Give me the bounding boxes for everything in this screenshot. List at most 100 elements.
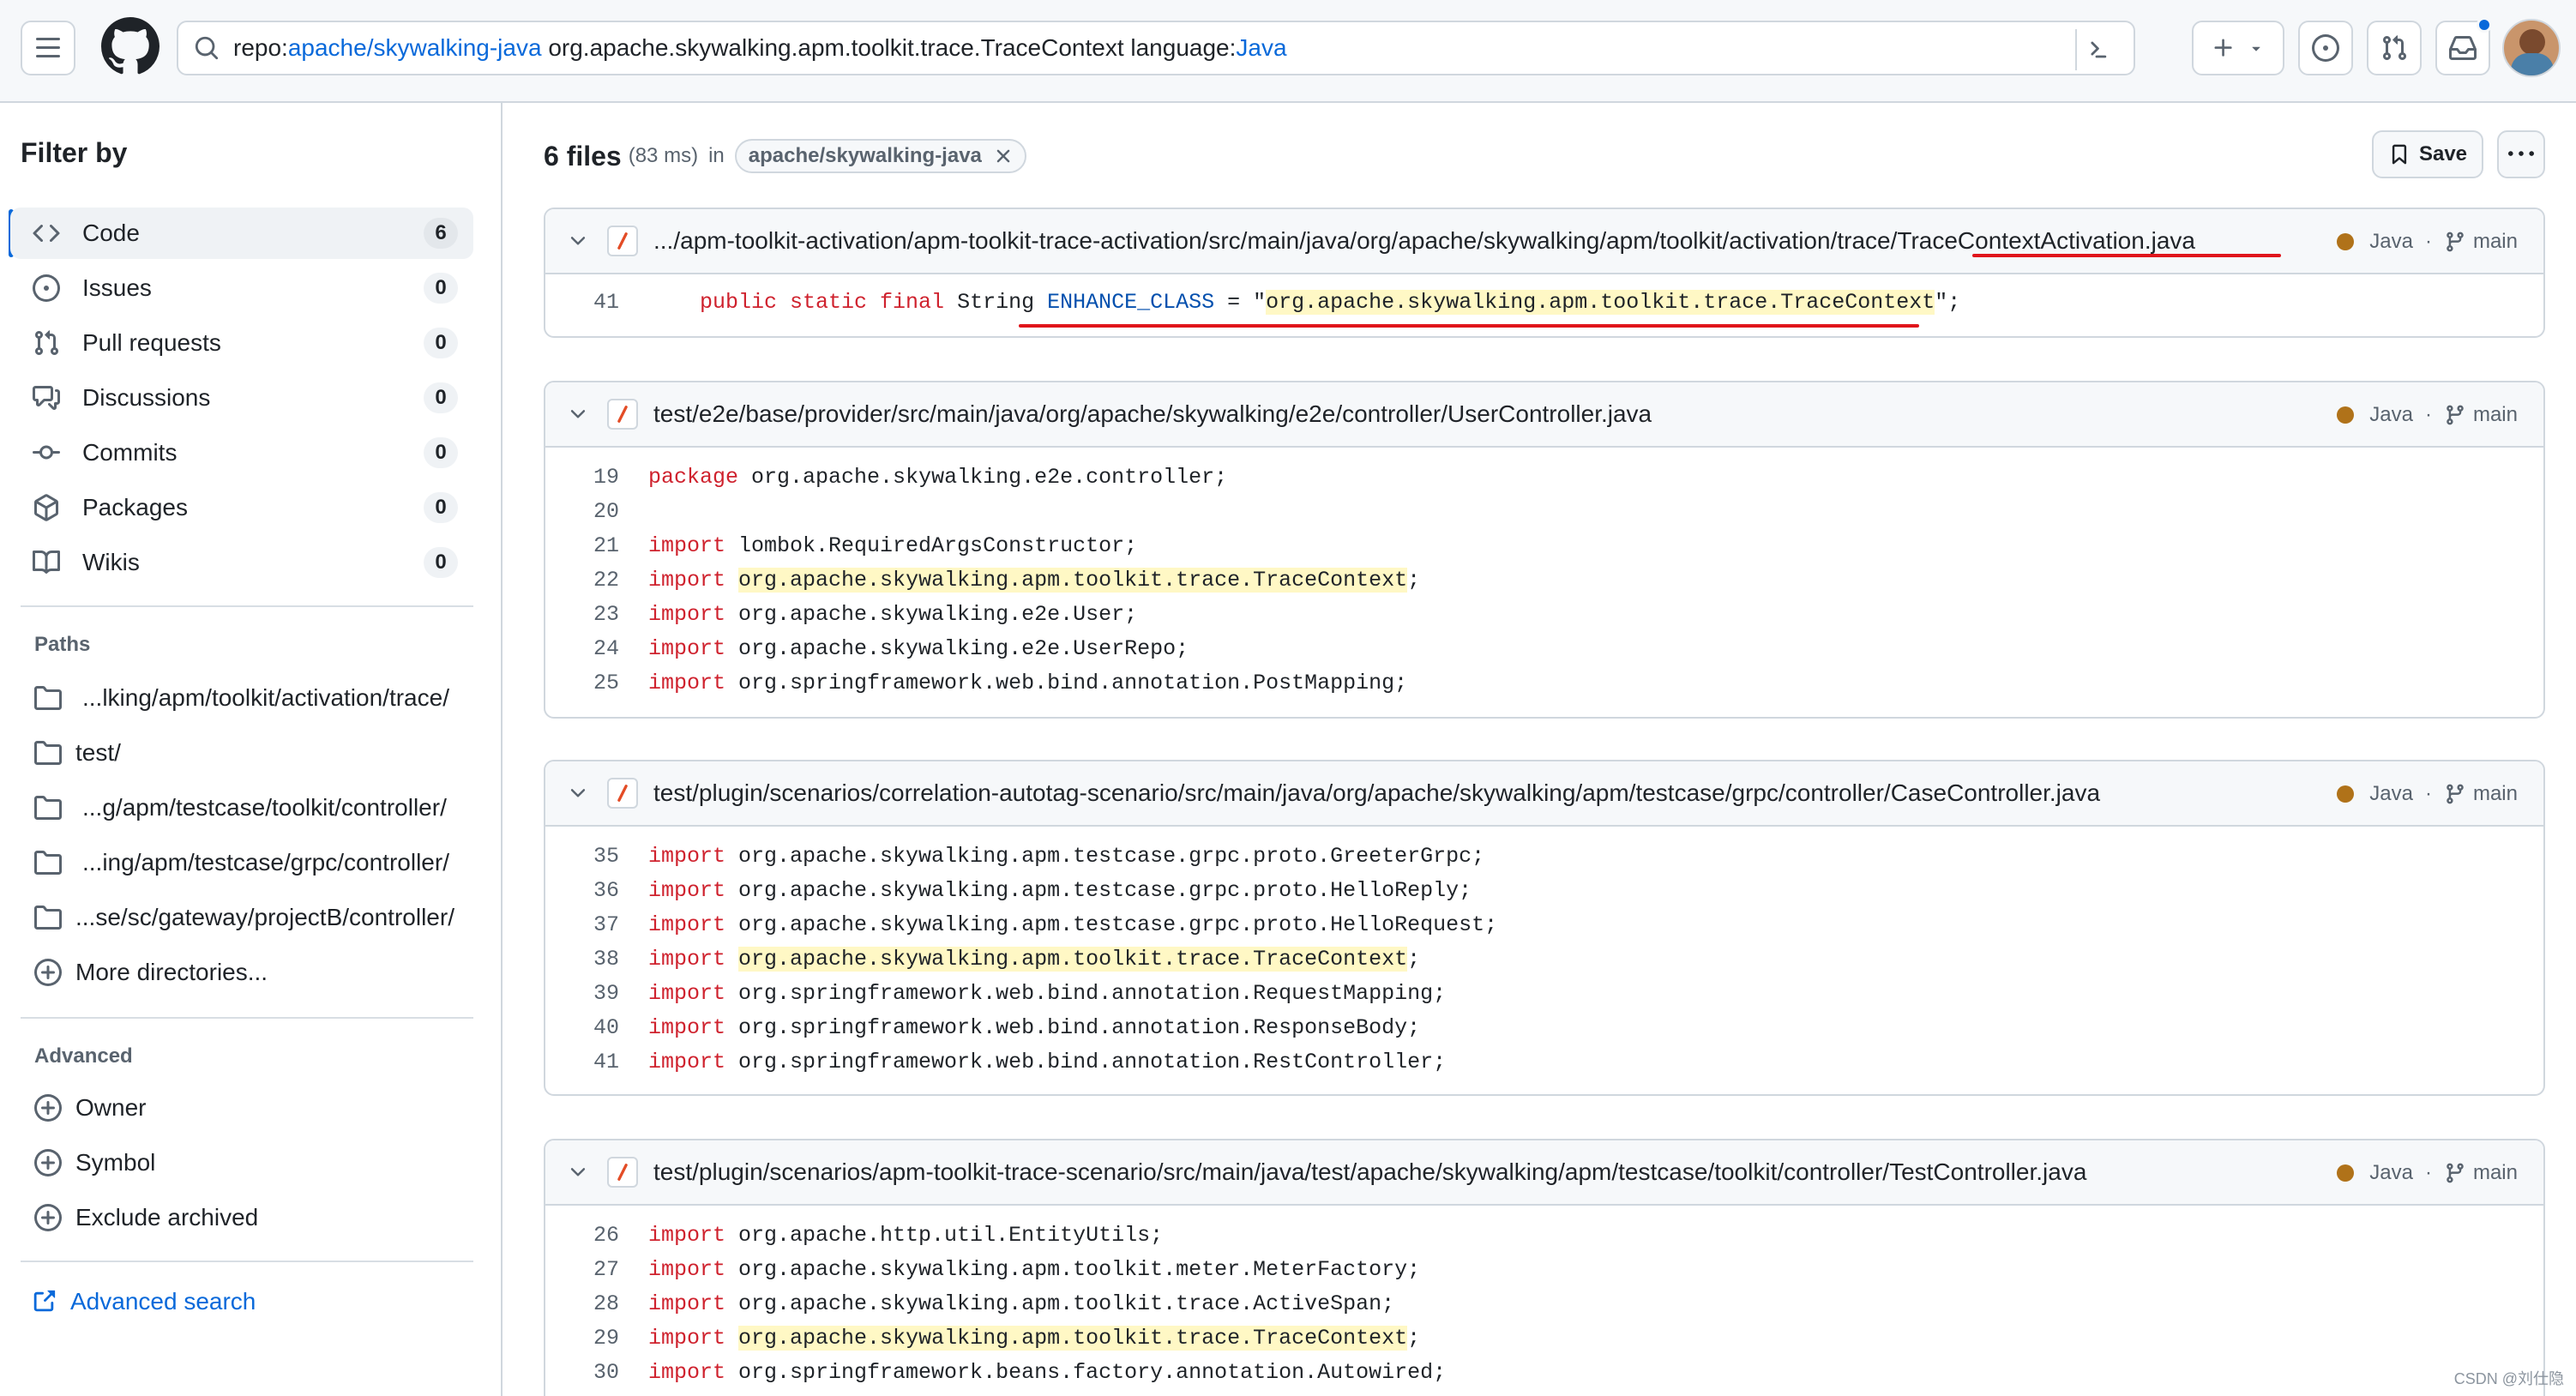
path-item[interactable]: ...se/sc/gateway/projectB/controller/: [31, 894, 477, 942]
chevron-down-icon[interactable]: [566, 1160, 590, 1184]
sidebar-divider: [21, 1261, 473, 1262]
code-keyword: import: [648, 601, 726, 627]
code-line[interactable]: 23 import org.apache.skywalking.e2e.User;: [545, 597, 2543, 631]
chevron-down-icon[interactable]: [566, 229, 590, 253]
top-header: repo:apache/skywalking-java org.apache.s…: [0, 0, 2576, 103]
more-directories[interactable]: More directories...: [31, 948, 477, 996]
search-bar[interactable]: repo:apache/skywalking-java org.apache.s…: [177, 21, 2135, 75]
filter-packages[interactable]: Packages 0: [10, 482, 473, 533]
line-number: 19: [593, 464, 619, 490]
filter-discussions[interactable]: Discussions 0: [10, 372, 473, 424]
filter-issues[interactable]: Issues 0: [10, 262, 473, 314]
plus-circle-icon: [31, 955, 65, 990]
query-text: org.apache.skywalking.apm.toolkit.trace.…: [541, 34, 1131, 61]
code-line[interactable]: 38 import org.apache.skywalking.apm.toolk…: [545, 942, 2543, 976]
code-line[interactable]: 25 import org.springframework.web.bind.an…: [545, 665, 2543, 700]
file-path-link[interactable]: .../apm-toolkit-activation/apm-toolkit-t…: [653, 227, 2195, 255]
search-query[interactable]: repo:apache/skywalking-java org.apache.s…: [233, 34, 1287, 62]
code-line[interactable]: 35 import org.apache.skywalking.apm.testc…: [545, 839, 2543, 873]
java-file-icon: [607, 778, 638, 809]
folder-icon: [31, 736, 65, 770]
filter-commits[interactable]: Commits 0: [10, 427, 473, 478]
language-color-dot: [2337, 406, 2355, 424]
path-item[interactable]: ...ing/apm/testcase/grpc/controller/: [31, 839, 477, 887]
avatar[interactable]: [2502, 19, 2561, 77]
chevron-down-icon[interactable]: [566, 402, 590, 426]
code-text: public static final String ENHANCE_CLASS…: [648, 289, 1960, 315]
book-icon: [29, 545, 63, 580]
code-line[interactable]: 26 import org.apache.http.util.EntityUtil…: [545, 1218, 2543, 1252]
folder-icon: [31, 791, 65, 825]
code-text: import org.springframework.web.bind.anno…: [648, 1015, 1420, 1040]
code-line[interactable]: 27 import org.apache.skywalking.apm.toolk…: [545, 1252, 2543, 1286]
code-line[interactable]: 41 import org.springframework.web.bind.an…: [545, 1044, 2543, 1079]
code-line[interactable]: 39 import org.springframework.web.bind.an…: [545, 976, 2543, 1010]
code-line[interactable]: 29 import org.apache.skywalking.apm.toolk…: [545, 1321, 2543, 1355]
file-meta: Java · main: [2337, 761, 2518, 827]
code-plain: ;: [1407, 946, 1421, 972]
path-item[interactable]: ...lking/apm/toolkit/activation/trace/: [31, 674, 477, 722]
code-text: import org.springframework.web.bind.anno…: [648, 671, 1407, 695]
link-external-icon: [31, 1289, 57, 1315]
close-icon[interactable]: [992, 145, 1014, 167]
line-number: 28: [593, 1291, 619, 1316]
code-line[interactable]: 28 import org.apache.skywalking.apm.toolk…: [545, 1286, 2543, 1321]
code-keyword: package: [648, 464, 739, 490]
file-path-link[interactable]: test/plugin/scenarios/apm-toolkit-trace-…: [653, 1158, 2086, 1186]
file-path-link[interactable]: test/e2e/base/provider/src/main/java/org…: [653, 400, 1652, 428]
path-label: test/: [75, 739, 121, 766]
code-line[interactable]: 21 import lombok.RequiredArgsConstructor;: [545, 528, 2543, 563]
code-line[interactable]: 22 import org.apache.skywalking.apm.toolk…: [545, 563, 2543, 597]
github-logo[interactable]: [101, 17, 159, 75]
filter-label: Pull requests: [82, 329, 221, 356]
code-line[interactable]: 30 import org.springframework.beans.facto…: [545, 1355, 2543, 1389]
code-keyword: import: [648, 980, 726, 1006]
advanced-search-link[interactable]: Advanced search: [31, 1278, 256, 1326]
repo-filter-chip[interactable]: apache/skywalking-java: [734, 139, 1026, 173]
code-plain: [725, 947, 738, 972]
menu-button[interactable]: [21, 21, 75, 75]
filter-wikis[interactable]: Wikis 0: [10, 537, 473, 588]
advanced-exclude-archived[interactable]: Exclude archived: [31, 1194, 477, 1242]
advanced-symbol[interactable]: Symbol: [31, 1139, 477, 1187]
more-options-button[interactable]: [2497, 130, 2545, 178]
code-keyword: import: [648, 1291, 726, 1316]
filter-count: 6: [424, 218, 458, 249]
create-new-button[interactable]: [2192, 21, 2284, 75]
code-plain: org.apache.skywalking.apm.toolkit.meter.…: [725, 1256, 1421, 1282]
match-highlight: org.apache.skywalking.apm.toolkit.trace.…: [738, 946, 1408, 972]
code-line[interactable]: 37 import org.apache.skywalking.apm.testc…: [545, 907, 2543, 942]
code-keyword: import: [648, 1014, 726, 1040]
code-line[interactable]: 40 import org.springframework.web.bind.an…: [545, 1010, 2543, 1044]
code-keyword: import: [648, 1325, 726, 1351]
filter-code[interactable]: Code 6: [10, 208, 473, 259]
advanced-owner[interactable]: Owner: [31, 1084, 477, 1132]
chevron-down-icon[interactable]: [566, 781, 590, 805]
results-in-label: in: [708, 144, 725, 167]
commit-icon: [29, 436, 63, 470]
code-line[interactable]: 24 import org.apache.skywalking.e2e.UserR…: [545, 631, 2543, 665]
filter-pull-requests[interactable]: Pull requests 0: [10, 317, 473, 369]
path-item[interactable]: test/: [31, 729, 477, 777]
pull-requests-button[interactable]: [2367, 21, 2422, 75]
code-line[interactable]: 36 import org.apache.skywalking.apm.testc…: [545, 873, 2543, 907]
file-path-link[interactable]: test/plugin/scenarios/correlation-autota…: [653, 779, 2100, 807]
code-text: import org.apache.skywalking.e2e.User;: [648, 602, 1137, 627]
code-line[interactable]: 41 public static final String ENHANCE_CL…: [545, 285, 2543, 319]
code-line[interactable]: 20: [545, 494, 2543, 528]
command-palette-button[interactable]: [2075, 29, 2116, 70]
code-plain: org.apache.skywalking.e2e.controller;: [738, 464, 1228, 490]
issues-button[interactable]: [2298, 21, 2353, 75]
path-item[interactable]: ...g/apm/testcase/toolkit/controller/: [31, 784, 477, 832]
code-plain: org.apache.skywalking.e2e.User;: [725, 601, 1138, 627]
code-text: import org.apache.skywalking.e2e.UserRep…: [648, 636, 1189, 661]
code-snippet: 35 import org.apache.skywalking.apm.testc…: [545, 827, 2543, 1091]
line-number: 40: [593, 1014, 619, 1040]
save-button[interactable]: Save: [2372, 130, 2483, 178]
git-branch-icon: [2447, 232, 2464, 252]
code-line[interactable]: 19 package org.apache.skywalking.e2e.cont…: [545, 460, 2543, 494]
line-number: 23: [593, 601, 619, 627]
results-time: (83 ms): [628, 144, 699, 167]
issue-icon: [2312, 34, 2339, 62]
path-label: ...g/apm/testcase/toolkit/controller/: [82, 794, 447, 821]
